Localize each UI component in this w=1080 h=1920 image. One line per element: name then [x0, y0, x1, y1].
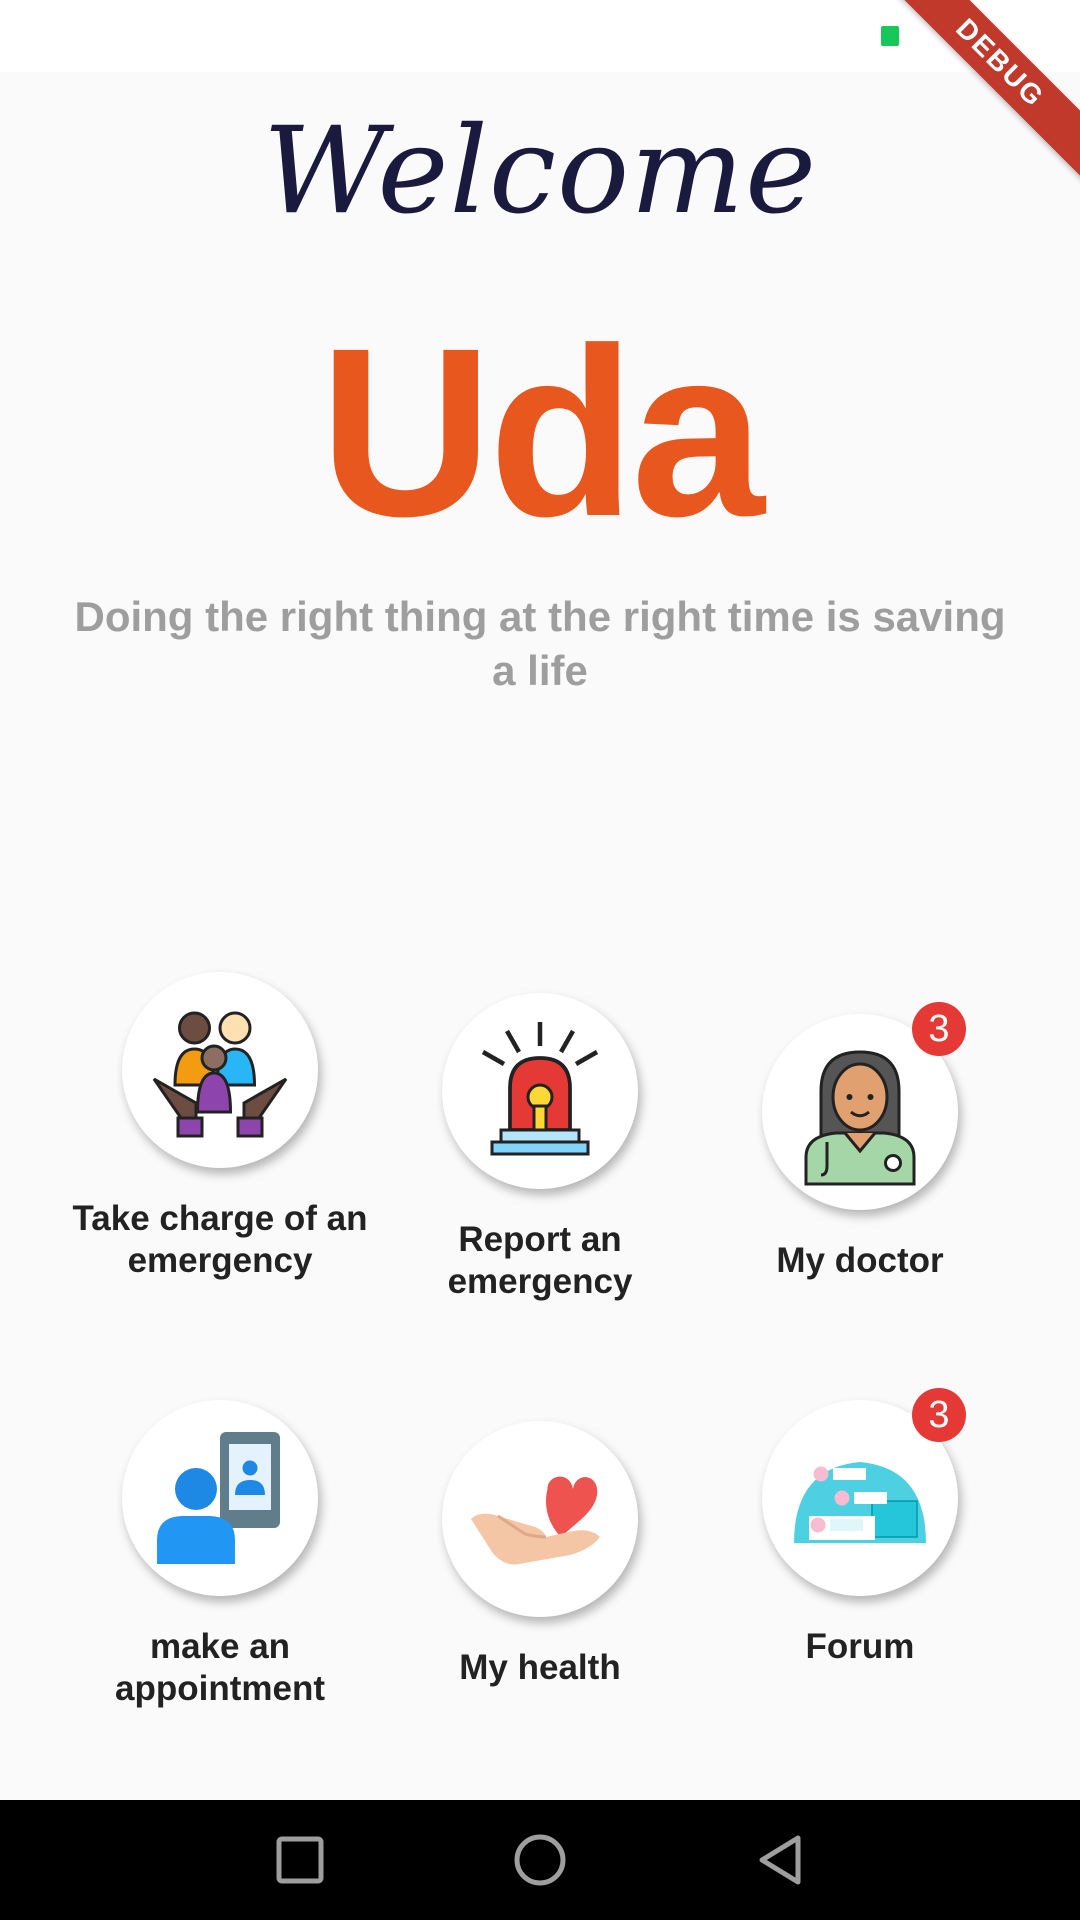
family-care-icon: [152, 1011, 288, 1138]
tile-circle[interactable]: [122, 972, 318, 1168]
tile-my-doctor[interactable]: 3 My doctor: [710, 1002, 1010, 1282]
main-content: Welcome Uda Doing the right thing at the…: [0, 72, 1080, 1800]
tile-circle[interactable]: [442, 993, 638, 1189]
doctor-icon: [804, 1050, 916, 1186]
tile-circle[interactable]: [442, 1421, 638, 1617]
notification-badge: 3: [912, 1002, 966, 1056]
notification-badge: 3: [912, 1388, 966, 1442]
tile-label: My doctor: [776, 1241, 944, 1280]
app-name: Uda: [319, 298, 764, 566]
appointment-icon: [157, 1432, 280, 1564]
tile-make-appointment[interactable]: make an appointment: [70, 1400, 370, 1710]
back-button[interactable]: [750, 1830, 810, 1890]
notification-icon: [881, 26, 899, 46]
home-button[interactable]: [510, 1830, 570, 1890]
tile-circle[interactable]: [122, 1400, 318, 1596]
tile-take-charge[interactable]: Take charge of an emergency: [70, 972, 370, 1282]
tile-label: Forum: [805, 1627, 915, 1666]
tile-label: Report an emergency: [447, 1220, 633, 1301]
navigation-bar: [0, 1800, 1080, 1920]
tile-circle[interactable]: 3: [762, 1388, 966, 1596]
tile-label: make an appointment: [115, 1627, 325, 1708]
tile-label: My health: [459, 1648, 621, 1687]
recents-button[interactable]: [270, 1830, 330, 1890]
welcome-title: Welcome: [262, 102, 818, 241]
tile-forum[interactable]: 3 Forum: [710, 1388, 1010, 1668]
tile-report-emergency[interactable]: Report an emergency: [390, 993, 690, 1303]
tagline: Doing the right thing at the right time …: [74, 593, 1006, 694]
siren-icon: [481, 1022, 599, 1156]
heart-hand-icon: [471, 1476, 600, 1565]
tile-my-health[interactable]: My health: [390, 1421, 690, 1689]
tile-circle[interactable]: 3: [762, 1002, 966, 1210]
forum-icon: [794, 1462, 926, 1543]
tile-label: Take charge of an emergency: [72, 1199, 368, 1280]
